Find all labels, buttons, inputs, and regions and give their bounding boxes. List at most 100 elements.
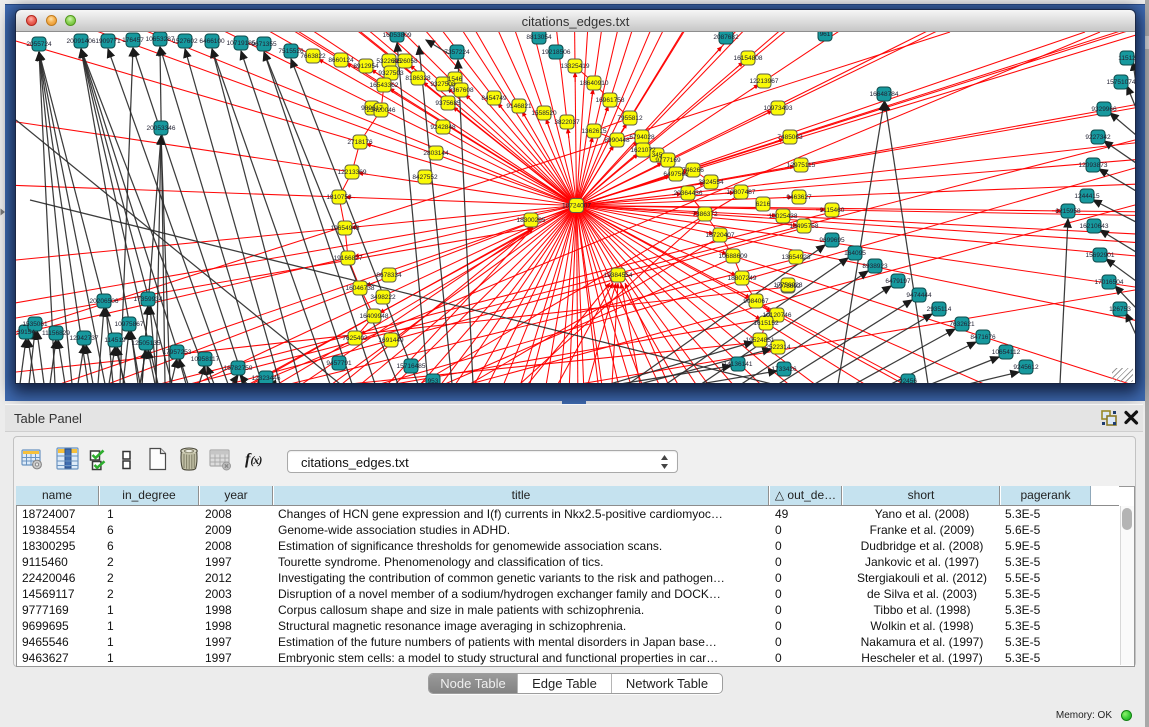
svg-text:10653287: 10653287 bbox=[146, 36, 175, 43]
svg-text:39154: 39154 bbox=[17, 329, 35, 336]
svg-text:1244415: 1244415 bbox=[1074, 193, 1100, 200]
svg-text:7485063: 7485063 bbox=[777, 134, 803, 141]
svg-text:13654923: 13654923 bbox=[782, 254, 811, 261]
svg-text:8678334: 8678334 bbox=[376, 272, 402, 279]
svg-text:8912954: 8912954 bbox=[353, 63, 379, 70]
svg-text:19384554: 19384554 bbox=[604, 272, 633, 279]
svg-text:6466100: 6466100 bbox=[199, 38, 225, 45]
svg-text:9146821: 9146821 bbox=[506, 103, 532, 110]
svg-text:16210643: 16210643 bbox=[1080, 223, 1109, 230]
svg-text:9463627: 9463627 bbox=[786, 194, 812, 201]
svg-text:19654943: 19654943 bbox=[331, 225, 360, 232]
svg-text:2935114: 2935114 bbox=[927, 306, 952, 313]
svg-text:10807487: 10807487 bbox=[727, 189, 756, 196]
svg-text:8990448: 8990448 bbox=[604, 137, 630, 144]
svg-text:11512: 11512 bbox=[1118, 55, 1135, 62]
svg-text:9777169: 9777169 bbox=[655, 157, 681, 164]
svg-text:18640910: 18640910 bbox=[580, 80, 609, 87]
svg-text:114519: 114519 bbox=[104, 337, 126, 344]
svg-text:8186328: 8186328 bbox=[405, 75, 431, 82]
svg-text:9245612: 9245612 bbox=[1013, 364, 1039, 371]
svg-text:126753: 126753 bbox=[1109, 306, 1131, 313]
svg-text:16961758: 16961758 bbox=[596, 97, 625, 104]
svg-text:7955812: 7955812 bbox=[617, 115, 643, 122]
svg-text:9699695: 9699695 bbox=[819, 237, 845, 244]
svg-text:10958117: 10958117 bbox=[191, 356, 220, 363]
svg-text:9329966: 9329966 bbox=[1091, 106, 1117, 113]
svg-text:10688609: 10688609 bbox=[719, 253, 748, 260]
svg-text:8660124: 8660124 bbox=[328, 57, 354, 64]
svg-text:6479197: 6479197 bbox=[885, 278, 911, 285]
svg-text:19524851: 19524851 bbox=[746, 337, 775, 344]
svg-text:17359934: 17359934 bbox=[134, 296, 163, 303]
svg-text:19166827: 19166827 bbox=[334, 255, 363, 262]
svg-text:12942737: 12942737 bbox=[70, 335, 99, 342]
svg-text:7357224: 7357224 bbox=[444, 49, 470, 56]
svg-text:953: 953 bbox=[428, 378, 439, 383]
svg-text:3822037: 3822037 bbox=[554, 119, 580, 126]
svg-text:16154808: 16154808 bbox=[734, 55, 763, 62]
svg-text:16046738: 16046738 bbox=[346, 285, 375, 292]
svg-text:10975867: 10975867 bbox=[115, 321, 144, 328]
svg-text:15716485: 15716485 bbox=[397, 363, 426, 370]
svg-text:961: 961 bbox=[820, 32, 831, 38]
svg-text:18807249: 18807249 bbox=[728, 275, 757, 282]
svg-text:9227342: 9227342 bbox=[1085, 134, 1111, 141]
svg-text:1810753: 1810753 bbox=[326, 194, 352, 201]
svg-text:1558520: 1558520 bbox=[531, 110, 557, 117]
svg-text:9375685: 9375685 bbox=[435, 100, 461, 107]
svg-text:1546: 1546 bbox=[448, 76, 463, 83]
svg-text:6794028: 6794028 bbox=[629, 134, 655, 141]
svg-text:8427552: 8427552 bbox=[412, 174, 438, 181]
svg-text:1615152: 1615152 bbox=[753, 320, 779, 327]
svg-text:10025438: 10025438 bbox=[769, 213, 798, 220]
svg-text:13495758: 13495758 bbox=[790, 223, 819, 230]
svg-text:1691449: 1691449 bbox=[378, 337, 404, 344]
svg-text:2803144: 2803144 bbox=[423, 150, 449, 157]
svg-text:1909771: 1909771 bbox=[95, 38, 121, 45]
svg-text:9115460: 9115460 bbox=[820, 207, 845, 214]
svg-text:20364436: 20364436 bbox=[674, 190, 703, 197]
svg-text:2367608: 2367608 bbox=[448, 87, 474, 94]
svg-text:12093873: 12093873 bbox=[1079, 162, 1108, 169]
svg-text:9457791: 9457791 bbox=[326, 360, 352, 367]
svg-text:7625402: 7625402 bbox=[342, 335, 368, 342]
svg-text:9474444: 9474444 bbox=[906, 292, 932, 299]
svg-text:15692901: 15692901 bbox=[1086, 252, 1115, 259]
svg-text:3226058: 3226058 bbox=[392, 58, 418, 65]
svg-text:10654112: 10654112 bbox=[992, 349, 1021, 356]
svg-text:1535061: 1535061 bbox=[22, 321, 48, 328]
svg-text:17016504: 17016504 bbox=[1095, 279, 1124, 286]
svg-text:16648784: 16648784 bbox=[870, 91, 899, 98]
svg-text:9671355: 9671355 bbox=[251, 41, 277, 48]
svg-text:10120746: 10120746 bbox=[763, 312, 792, 319]
svg-text:6216: 6216 bbox=[756, 201, 771, 208]
svg-text:746266: 746266 bbox=[682, 167, 704, 174]
svg-text:16053809: 16053809 bbox=[383, 32, 412, 39]
svg-text:20206506: 20206506 bbox=[90, 298, 119, 305]
svg-text:176457: 176457 bbox=[122, 37, 144, 44]
svg-text:13325419: 13325419 bbox=[561, 63, 590, 70]
svg-text:9084067: 9084067 bbox=[743, 298, 769, 305]
svg-text:18720407: 18720407 bbox=[706, 232, 735, 239]
svg-text:7632621: 7632621 bbox=[949, 321, 975, 328]
svg-text:8454749: 8454749 bbox=[481, 95, 507, 102]
svg-text:17756928: 17756928 bbox=[774, 282, 803, 289]
svg-text:12213369: 12213369 bbox=[338, 169, 367, 176]
svg-text:12505135: 12505135 bbox=[132, 340, 161, 347]
svg-text:2087682: 2087682 bbox=[713, 34, 739, 41]
svg-text:16543362: 16543362 bbox=[370, 82, 399, 89]
svg-text:3498222: 3498222 bbox=[370, 294, 396, 301]
svg-text:12213967: 12213967 bbox=[750, 78, 779, 85]
svg-text:3824554: 3824554 bbox=[698, 179, 724, 186]
svg-text:20091406: 20091406 bbox=[67, 38, 96, 45]
svg-text:2522314: 2522314 bbox=[765, 344, 791, 351]
svg-text:7663822: 7663822 bbox=[300, 53, 326, 60]
svg-text:8938923: 8938923 bbox=[862, 263, 888, 270]
svg-text:164095: 164095 bbox=[844, 250, 866, 257]
svg-text:92456: 92456 bbox=[899, 378, 917, 383]
svg-text:19218506: 19218506 bbox=[542, 49, 571, 56]
svg-text:12975115: 12975115 bbox=[787, 162, 816, 169]
svg-text:8813054: 8813054 bbox=[526, 34, 552, 41]
svg-text:10973493: 10973493 bbox=[764, 105, 793, 112]
